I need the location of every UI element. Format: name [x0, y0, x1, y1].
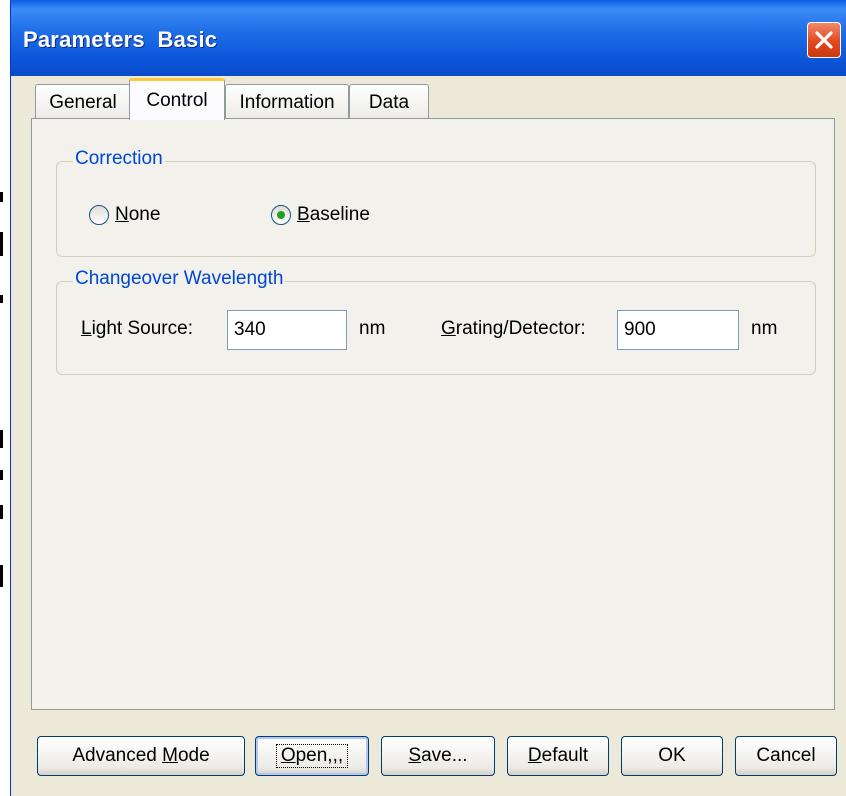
tab-label: Control [146, 89, 208, 111]
ok-label: OK [658, 745, 686, 766]
grating-detector-input[interactable] [617, 310, 739, 350]
tab-data[interactable]: Data [349, 84, 429, 120]
cancel-button[interactable]: Cancel [735, 736, 837, 776]
save-label: Save... [408, 745, 468, 766]
light-source-unit: nm [359, 318, 386, 339]
light-source-input[interactable] [227, 310, 347, 350]
radio-unselected-icon [89, 205, 109, 225]
open-label: Open,,, [275, 744, 349, 768]
tab-label: General [49, 91, 117, 113]
edge-mark [0, 505, 3, 519]
default-button[interactable]: Default [507, 736, 609, 776]
save-button[interactable]: Save... [381, 736, 495, 776]
tab-information[interactable]: Information [225, 84, 349, 120]
edge-mark [0, 470, 3, 480]
close-icon [815, 31, 833, 49]
tab-control[interactable]: Control [129, 78, 225, 120]
background-window-edge [0, 0, 10, 796]
ok-button[interactable]: OK [621, 736, 723, 776]
radio-none-label: None [115, 204, 161, 225]
parameters-dialog: Parameters Basic General Control Informa… [10, 0, 846, 796]
tab-label: Data [368, 91, 410, 113]
edge-mark [0, 232, 3, 256]
correction-group-title: Correction [73, 148, 165, 170]
grating-detector-unit: nm [751, 318, 778, 339]
tab-panel-control: Correction None Baseline Changeover Wave… [31, 118, 835, 710]
changeover-wavelength-group: Changeover Wavelength Light Source: nm G… [56, 268, 816, 375]
edge-mark [0, 430, 3, 448]
window-title: Parameters Basic [23, 27, 218, 52]
edge-mark [0, 565, 3, 587]
radio-selected-icon [271, 205, 291, 225]
edge-mark [0, 192, 3, 202]
correction-group: Correction None Baseline [56, 148, 816, 257]
radio-baseline[interactable]: Baseline [271, 204, 370, 226]
cancel-label: Cancel [756, 745, 816, 766]
radio-none[interactable]: None [89, 204, 160, 226]
title-bar[interactable]: Parameters Basic [11, 0, 846, 76]
tab-general[interactable]: General [35, 84, 131, 120]
advanced-mode-button[interactable]: Advanced Mode [37, 736, 245, 776]
light-source-label: Light Source: [81, 318, 193, 339]
tab-label: Information [239, 91, 335, 113]
edge-mark [0, 295, 3, 303]
changeover-group-title: Changeover Wavelength [73, 268, 286, 290]
grating-detector-label: Grating/Detector: [441, 318, 586, 339]
open-button[interactable]: Open,,, [255, 736, 369, 776]
advanced-mode-label: Advanced Mode [72, 745, 210, 766]
close-button[interactable] [807, 22, 841, 58]
radio-baseline-label: Baseline [297, 204, 370, 225]
default-label: Default [527, 745, 589, 766]
